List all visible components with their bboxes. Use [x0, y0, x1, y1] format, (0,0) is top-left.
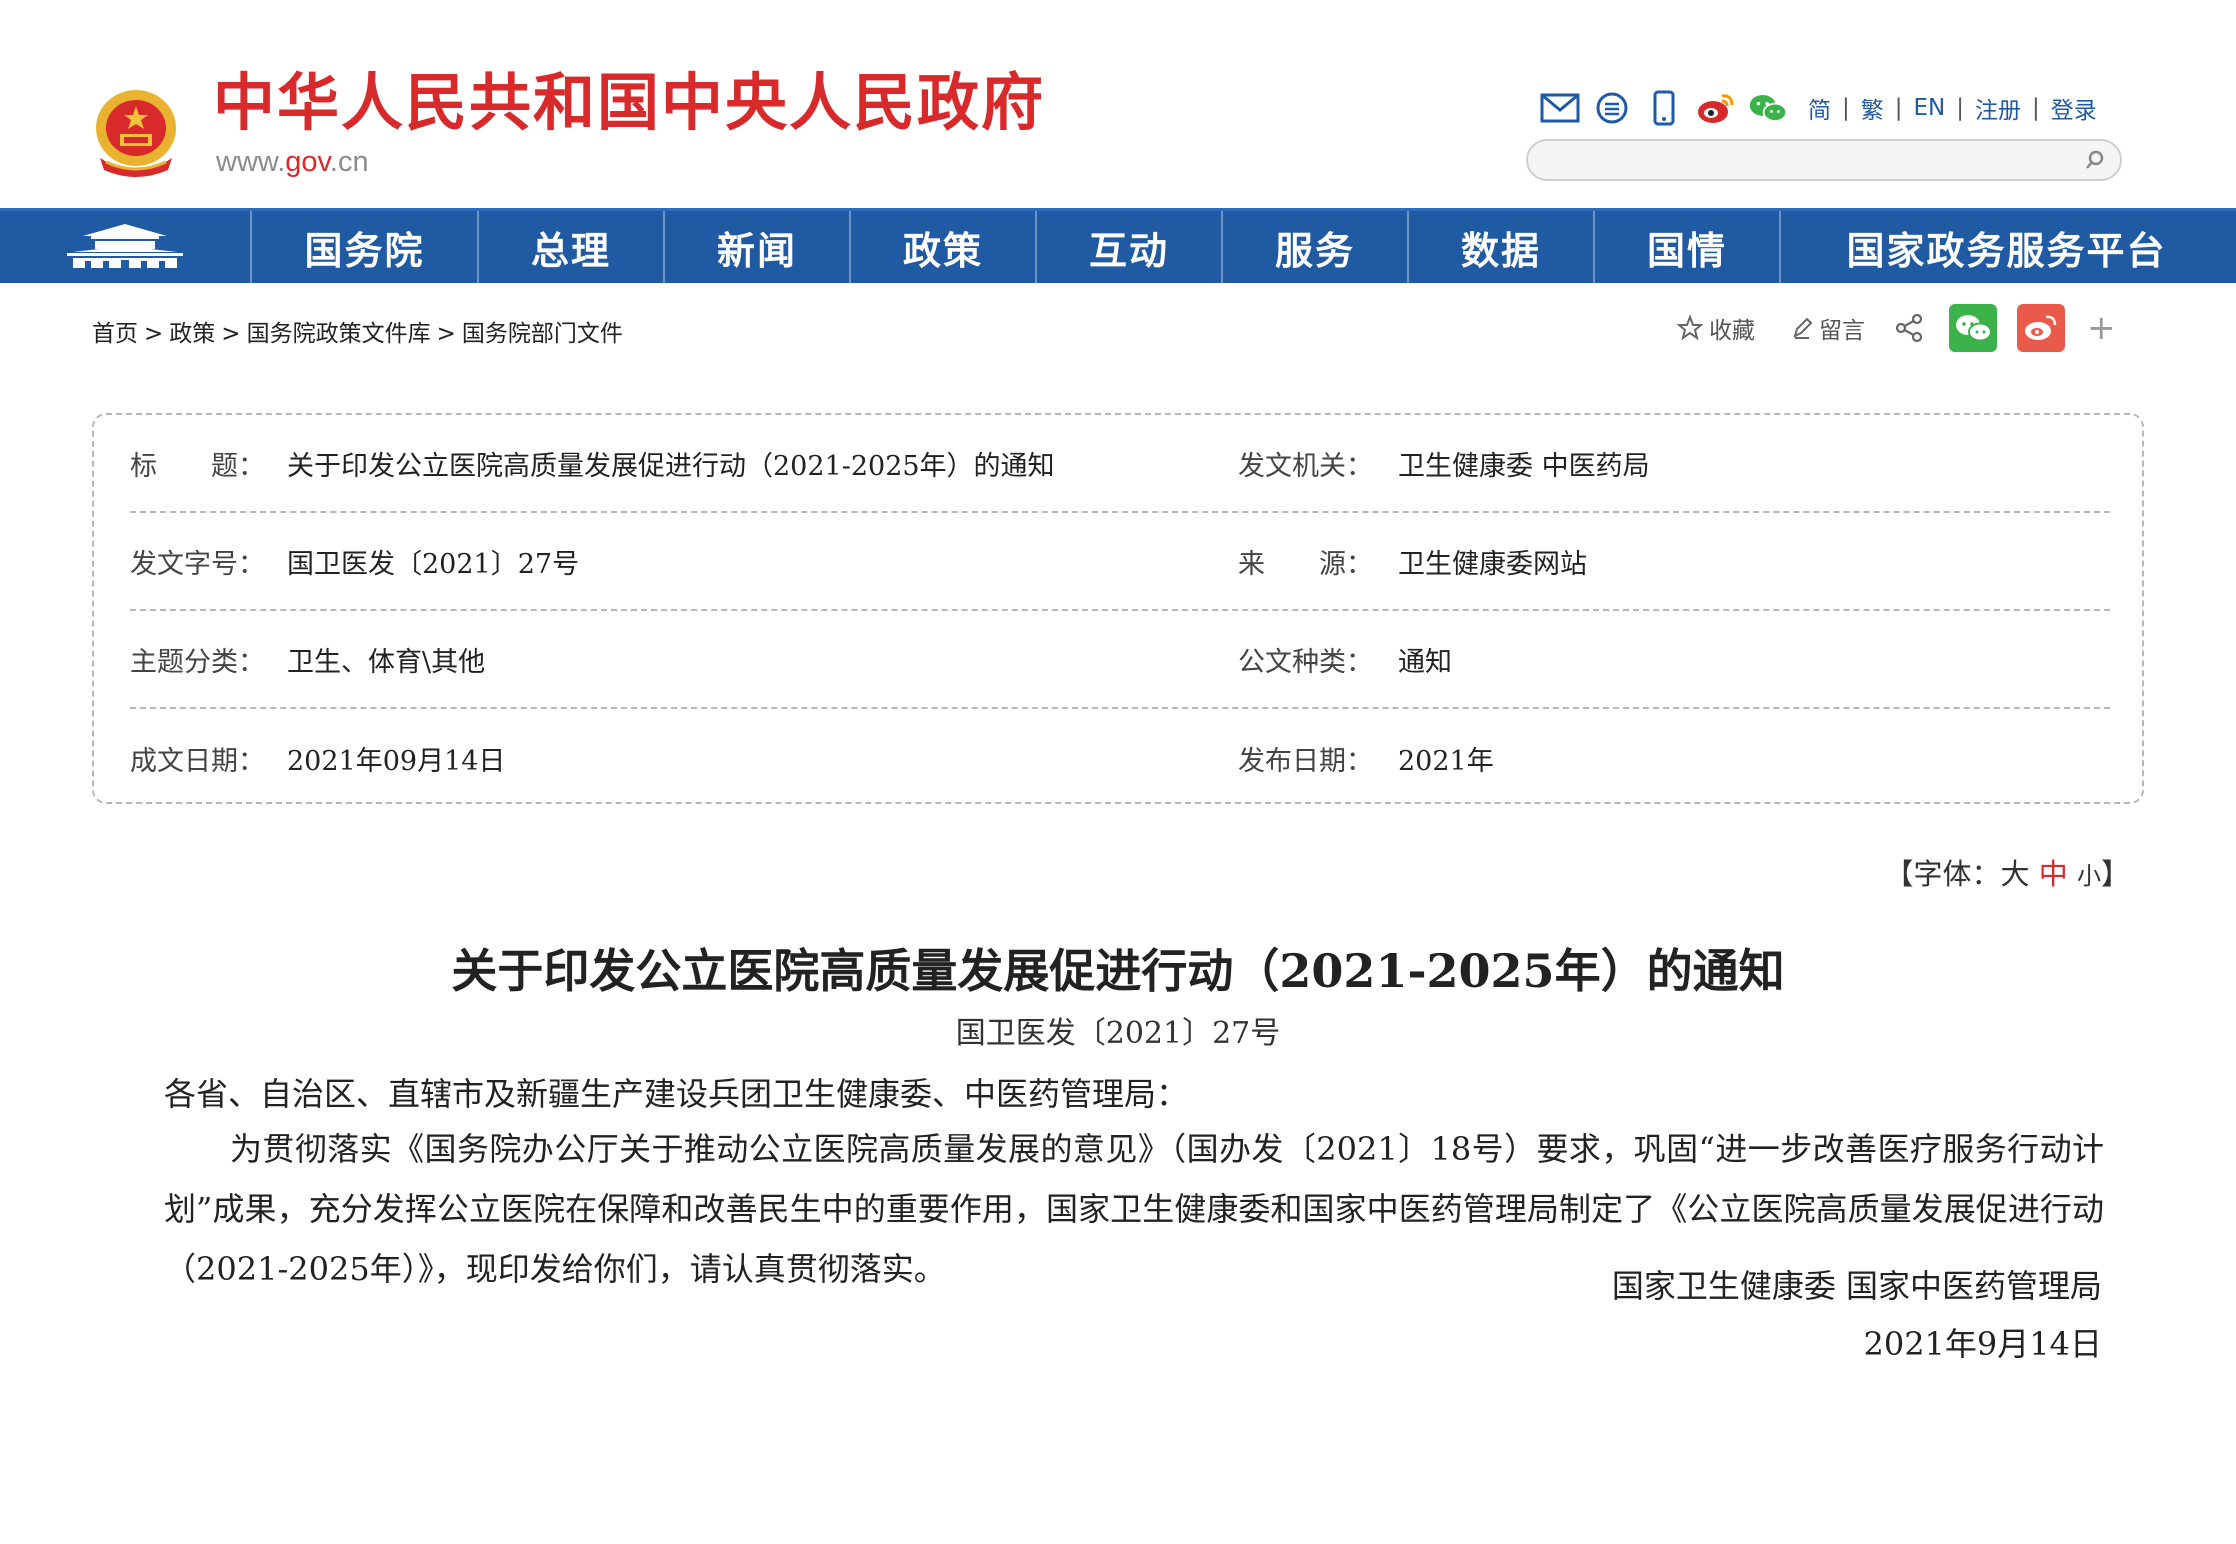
language-links: 简 | 繁 | EN | 注册 | 登录 [1808, 91, 2097, 125]
tiananmen-icon [67, 224, 183, 268]
label-issuing-authority: 发文机关： [1238, 450, 1373, 482]
breadcrumb-policy[interactable]: 政策 [169, 321, 215, 347]
favorite-label: 收藏 [1709, 318, 1755, 344]
search-input[interactable] [1544, 145, 2068, 177]
document-signature: 国家卫生健康委 国家中医药管理局 2021年9月14日 [1612, 1257, 2102, 1373]
weibo-icon [2025, 315, 2057, 340]
value-issuing-authority: 卫生健康委 中医药局 [1398, 450, 1650, 482]
label-category: 主题分类： [130, 646, 265, 678]
nav-services[interactable]: 服务 [1223, 211, 1409, 283]
document-signer: 国家卫生健康委 国家中医药管理局 [1611, 1267, 2102, 1305]
label-publish-date: 发布日期： [1238, 745, 1373, 777]
nav-state-council[interactable]: 国务院 [252, 211, 479, 283]
document-number: 国卫医发〔2021〕27号 [955, 1016, 1281, 1051]
font-size-medium[interactable]: 中 [2039, 857, 2068, 891]
label-title: 标 题： [130, 450, 265, 482]
label-source: 来 源： [1238, 548, 1373, 580]
pencil-icon [1793, 317, 1813, 339]
value-document-number: 国卫医发〔2021〕27号 [287, 548, 580, 580]
rss-icon[interactable] [1592, 88, 1632, 128]
url-suffix: .cn [329, 146, 369, 178]
site-title[interactable]: 中华人民共和国中央人民政府 [213, 72, 1045, 134]
lang-traditional[interactable]: 繁 [1861, 91, 1884, 125]
nav-news[interactable]: 新闻 [665, 211, 851, 283]
more-share-button[interactable]: + [2087, 308, 2116, 348]
register-link[interactable]: 注册 [1975, 91, 2021, 125]
info-row: 成文日期： 2021年09月14日 发布日期： 2021年 [130, 709, 2110, 807]
document-greeting: 各省、自治区、直辖市及新疆生产建设兵团卫生健康委、中医药管理局： [164, 1075, 1189, 1113]
font-size-large[interactable]: 大 [2001, 857, 2030, 891]
label-document-number: 发文字号： [130, 548, 265, 580]
value-title: 关于印发公立医院高质量发展促进行动（2021-2025年）的通知 [287, 450, 1055, 482]
favorite-button[interactable]: 收藏 [1677, 311, 1755, 345]
breadcrumb-policy-library[interactable]: 国务院政策文件库 [247, 321, 431, 347]
breadcrumb: 首页 > 政策 > 国务院政策文件库 > 国务院部门文件 [92, 321, 623, 347]
weibo-icon[interactable] [1696, 88, 1736, 128]
wechat-icon[interactable] [1748, 88, 1788, 128]
search-box [1526, 139, 2122, 181]
nav-national-profile[interactable]: 国情 [1595, 211, 1781, 283]
login-link[interactable]: 登录 [2051, 91, 2097, 125]
label-written-date: 成文日期： [130, 745, 265, 777]
mobile-icon[interactable] [1644, 88, 1684, 128]
value-category: 卫生、体育\其他 [287, 646, 486, 678]
nav-policy[interactable]: 政策 [851, 211, 1037, 283]
site-header: 中华人民共和国中央人民政府 www.gov.cn 简 | 繁 | EN | 注册 | 登… [0, 0, 2236, 208]
info-row: 发文字号： 国卫医发〔2021〕27号 来 源： 卫生健康委网站 [130, 513, 2110, 611]
comment-label: 留言 [1819, 318, 1865, 344]
nav-gov-service-platform[interactable]: 国家政务服务平台 [1781, 211, 2232, 283]
breadcrumb-home[interactable]: 首页 [92, 321, 138, 347]
info-row: 主题分类： 卫生、体育\其他 公文种类： 通知 [130, 611, 2110, 709]
lang-english[interactable]: EN [1914, 95, 1946, 121]
breadcrumb-department-docs[interactable]: 国务院部门文件 [462, 321, 623, 347]
top-toolbar: 简 | 繁 | EN | 注册 | 登录 [1540, 86, 2097, 130]
weibo-share-button[interactable] [2017, 304, 2065, 352]
main-content: 首页 > 政策 > 国务院政策文件库 > 国务院部门文件 收藏 留言 + 标 题： 关于印发… [0, 283, 2236, 1544]
wechat-icon [1956, 315, 1992, 342]
search-icon[interactable] [2084, 149, 2106, 171]
info-row: 标 题： 关于印发公立医院高质量发展促进行动（2021-2025年）的通知 发文… [130, 415, 2110, 513]
national-emblem-icon[interactable] [88, 84, 184, 182]
font-size-small[interactable]: 小 [2077, 862, 2101, 890]
value-publish-date: 2021年 [1398, 745, 1494, 777]
font-size-prefix: 【字体： [1884, 857, 2001, 891]
url-gov: gov [285, 146, 330, 178]
comment-button[interactable]: 留言 [1791, 311, 1865, 345]
label-document-type: 公文种类： [1238, 646, 1373, 678]
font-size-switcher: 【字体：大 中 小】 [1885, 851, 2131, 893]
nav-data[interactable]: 数据 [1409, 211, 1595, 283]
mail-icon[interactable] [1540, 88, 1580, 128]
nav-interaction[interactable]: 互动 [1037, 211, 1223, 283]
wechat-share-button[interactable] [1949, 304, 1997, 352]
site-url: www.gov.cn [216, 146, 369, 179]
share-icon[interactable] [1895, 313, 1923, 343]
document-title: 关于印发公立医院高质量发展促进行动（2021-2025年）的通知 [451, 944, 1785, 998]
url-prefix: www. [216, 146, 286, 178]
lang-simplified[interactable]: 简 [1808, 91, 1831, 125]
value-source: 卫生健康委网站 [1398, 548, 1587, 580]
document-date: 2021年9月14日 [1863, 1325, 2102, 1363]
nav-home-button[interactable] [0, 211, 252, 283]
value-document-type: 通知 [1398, 646, 1452, 678]
article-tools: 收藏 留言 + [1677, 303, 2116, 353]
nav-premier[interactable]: 总理 [479, 211, 665, 283]
main-nav: 国务院 总理 新闻 政策 互动 服务 数据 国情 国家政务服务平台 [0, 208, 2236, 283]
value-written-date: 2021年09月14日 [287, 745, 506, 777]
document-info-table: 标 题： 关于印发公立医院高质量发展促进行动（2021-2025年）的通知 发文… [92, 413, 2144, 804]
star-icon [1677, 315, 1703, 341]
font-size-suffix: 】 [2100, 857, 2130, 891]
